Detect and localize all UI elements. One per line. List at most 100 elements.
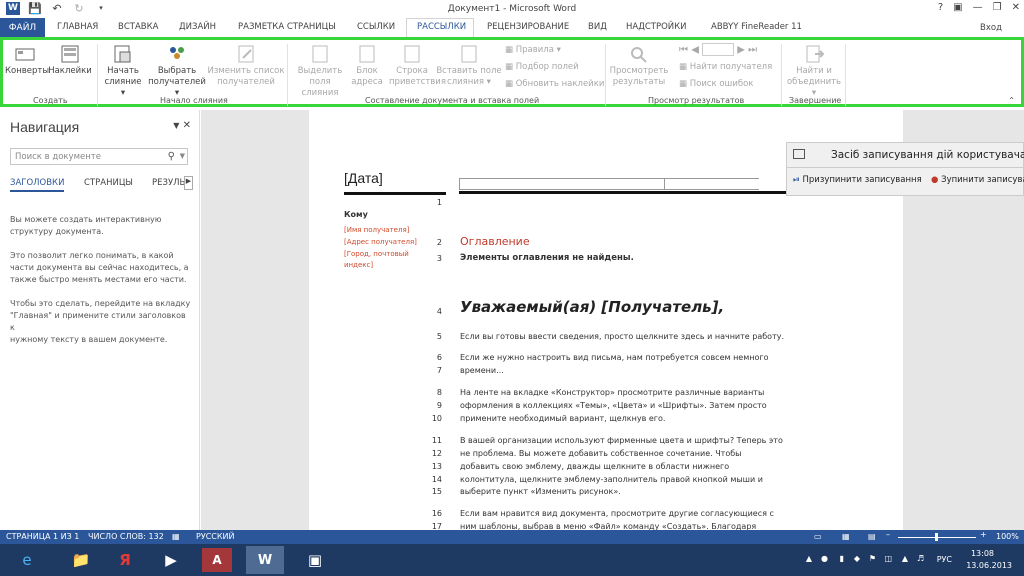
greeting-line-button[interactable]: Строка приветствия <box>389 44 446 88</box>
recipient-address-field[interactable]: [Адрес получателя] <box>344 238 417 246</box>
body-line[interactable]: времени... <box>460 366 504 375</box>
nav-search-input[interactable]: Поиск в документе ⚲ ▼ <box>10 148 188 165</box>
word-taskbar-icon[interactable]: W <box>246 546 284 574</box>
body-line[interactable]: примените необходимый вариант, щелкнув е… <box>460 414 665 423</box>
update-labels-button[interactable]: ▦ Обновить наклейки <box>505 79 604 89</box>
nav-options-icon[interactable]: ▼ <box>173 121 179 130</box>
stop-icon: ● <box>931 175 939 185</box>
body-line[interactable]: Если вы готовы ввести сведения, просто щ… <box>460 332 784 341</box>
recipient-name-field[interactable]: [Имя получателя] <box>344 226 409 234</box>
close-icon[interactable]: ✕ <box>1012 2 1020 13</box>
file-explorer-icon[interactable]: 📁 <box>62 546 100 574</box>
rules-button[interactable]: ▦ Правила ▾ <box>505 45 561 55</box>
envelopes-button[interactable]: Конверты <box>5 44 49 77</box>
search-dropdown-icon[interactable]: ▼ <box>180 152 185 160</box>
tab-insert[interactable]: ВСТАВКА <box>118 22 158 32</box>
select-recipients-button[interactable]: Выбрать получателей ▾ <box>148 44 206 99</box>
tab-layout[interactable]: РАЗМЕТКА СТРАНИЦЫ <box>238 22 336 32</box>
access-icon[interactable]: A <box>202 548 232 572</box>
tray-antivirus-icon[interactable]: ◆ <box>854 554 860 563</box>
language-status[interactable]: РУССКИЙ <box>196 532 235 541</box>
edit-recipient-list-button[interactable]: Изменить список получателей <box>207 44 285 88</box>
tab-view[interactable]: ВИД <box>588 22 607 32</box>
insert-merge-field-button[interactable]: Вставить поле слияния ▾ <box>436 44 502 88</box>
match-fields-button[interactable]: ▦ Подбор полей <box>505 62 579 72</box>
group-start-label: Начало слияния <box>160 96 228 105</box>
body-line[interactable]: добавить свою эмблему, дважды щелкните в… <box>460 462 729 471</box>
nav-tabs-scroll-icon[interactable]: ▶ <box>184 176 193 190</box>
nav-tab-results[interactable]: РЕЗУЛЬ <box>152 178 185 188</box>
tab-mailings[interactable]: РАССЫЛКИ <box>417 22 466 32</box>
tab-abbyy[interactable]: ABBYY FineReader 11 <box>711 22 802 32</box>
body-line[interactable]: колонтитула, щелкните эмблему-заполнител… <box>460 475 763 484</box>
zoom-slider-thumb[interactable] <box>935 533 938 541</box>
input-language[interactable]: РУС <box>937 555 952 564</box>
next-record-icon[interactable]: ▶ <box>737 45 745 56</box>
tray-signal-icon[interactable]: ▲ <box>902 554 908 563</box>
nav-tabs: ЗАГОЛОВКИ СТРАНИЦЫ РЕЗУЛЬ ▶ <box>10 176 193 192</box>
prev-record-icon[interactable]: ◀ <box>691 45 699 56</box>
proofing-icon[interactable]: ▦ <box>172 532 180 541</box>
body-line[interactable]: В вашей организации используют фирменные… <box>460 436 783 445</box>
tab-review[interactable]: РЕЦЕНЗИРОВАНИЕ <box>487 22 569 32</box>
tab-design[interactable]: ДИЗАЙН <box>179 22 216 32</box>
tab-home[interactable]: ГЛАВНАЯ <box>57 22 98 32</box>
nav-tab-pages[interactable]: СТРАНИЦЫ <box>84 178 133 188</box>
toc-heading[interactable]: Оглавление <box>460 235 530 248</box>
body-line[interactable]: оформления в коллекциях «Темы», «Цвета» … <box>460 401 767 410</box>
record-number-input[interactable] <box>702 43 735 56</box>
ribbon-display-icon[interactable]: ▣ <box>953 2 962 13</box>
stop-recording-button[interactable]: ● Зупинити записува <box>931 175 1024 185</box>
page-count-status[interactable]: СТРАНИЦА 1 ИЗ 1 <box>6 532 79 541</box>
last-record-icon[interactable]: ⏭ <box>748 45 757 56</box>
help-icon[interactable]: ? <box>938 2 943 13</box>
zoom-in-icon[interactable]: + <box>980 530 987 539</box>
tray-volume-icon[interactable]: ♬ <box>917 554 924 563</box>
restore-icon[interactable]: ❐ <box>993 2 1002 13</box>
check-errors-button[interactable]: ▦ Поиск ошибок <box>679 79 753 89</box>
steps-recorder-icon[interactable]: ▣ <box>296 546 334 574</box>
pause-recording-button[interactable]: ⏯ Призупинити записування <box>793 175 922 185</box>
yandex-browser-icon[interactable]: Я <box>106 546 144 574</box>
zoom-out-icon[interactable]: – <box>886 530 890 539</box>
print-layout-icon[interactable]: ▦ <box>842 532 850 541</box>
recipient-city-field[interactable]: [Город, почтовый <box>344 250 409 258</box>
date-field[interactable]: [Дата] <box>344 170 383 186</box>
clock-date[interactable]: 13.06.2013 <box>966 561 1012 570</box>
body-line[interactable]: Если же нужно настроить вид письма, нам … <box>460 353 768 362</box>
clock-time[interactable]: 13:08 <box>971 549 994 558</box>
tab-addins[interactable]: НАДСТРОЙКИ <box>626 22 687 32</box>
minimize-icon[interactable]: — <box>973 2 983 13</box>
first-record-icon[interactable]: ⏮ <box>679 45 688 56</box>
start-merge-button[interactable]: Начать слияние ▾ <box>101 44 145 99</box>
body-line[interactable]: На ленте на вкладке «Конструктор» просмо… <box>460 388 764 397</box>
read-mode-icon[interactable]: ▭ <box>814 532 822 541</box>
body-line[interactable]: не проблема. Вы можете добавить собствен… <box>460 449 742 458</box>
web-layout-icon[interactable]: ▤ <box>868 532 876 541</box>
word-count-status[interactable]: ЧИСЛО СЛОВ: 132 <box>88 532 164 541</box>
body-line[interactable]: Если вам нравится вид документа, просмот… <box>460 509 774 518</box>
highlight-fields-button[interactable]: Выделить поля слияния <box>290 44 350 99</box>
tray-overflow-icon[interactable]: ▲ <box>806 554 812 563</box>
recipient-zip-field[interactable]: индекс] <box>344 261 373 269</box>
tray-app-icon[interactable]: ● <box>821 554 828 563</box>
tray-power-icon[interactable]: ◫ <box>884 554 892 563</box>
body-line[interactable]: выберите пункт «Изменить рисунок». <box>460 487 621 496</box>
tray-flag-icon[interactable]: ⚑ <box>869 554 876 563</box>
zoom-level[interactable]: 100% <box>996 532 1019 541</box>
salutation[interactable]: Уважаемый(ая) [Получатель], <box>460 298 724 316</box>
finish-merge-button[interactable]: Найти и объединить ▾ <box>785 44 843 99</box>
tray-network-icon[interactable]: ▮ <box>840 554 844 563</box>
labels-button[interactable]: Наклейки <box>47 44 93 77</box>
preview-results-button[interactable]: Просмотреть результаты <box>609 44 669 88</box>
media-player-icon[interactable]: ▶ <box>152 546 190 574</box>
tab-references[interactable]: ССЫЛКИ <box>357 22 395 32</box>
nav-tab-headings[interactable]: ЗАГОЛОВКИ <box>10 178 65 192</box>
collapse-ribbon-icon[interactable]: ⌃ <box>1008 96 1015 105</box>
ie-icon[interactable]: e <box>8 546 46 574</box>
find-recipient-button[interactable]: ▦ Найти получателя <box>679 62 772 72</box>
search-icon[interactable]: ⚲ <box>168 151 175 162</box>
address-block-button[interactable]: Блок адреса <box>349 44 385 88</box>
login-link[interactable]: Вход <box>980 23 1002 33</box>
nav-close-icon[interactable]: ✕ <box>183 120 191 131</box>
